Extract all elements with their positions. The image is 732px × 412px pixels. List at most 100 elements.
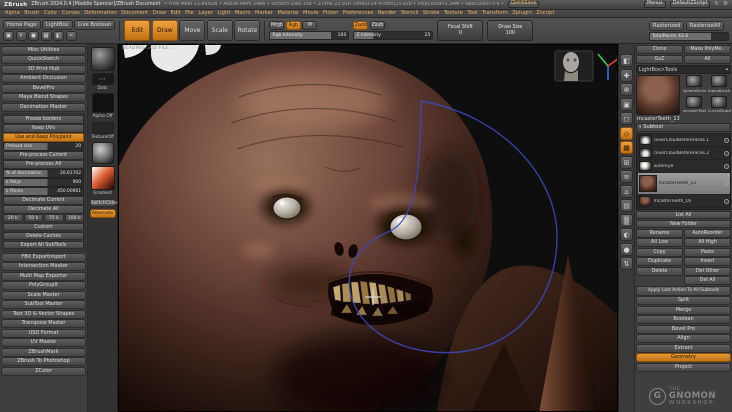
gear-icon[interactable]: ⚙ xyxy=(723,1,728,8)
zplugin-subpalette[interactable]: FBX ExportImport xyxy=(1,252,86,262)
tool-subpalette[interactable]: Boolean xyxy=(636,315,731,324)
menu-item[interactable]: Brush xyxy=(24,10,39,16)
mode-button[interactable]: Rotate xyxy=(234,20,261,41)
decimation-extra-button[interactable]: Export All SubTools xyxy=(3,240,84,249)
quicksave-button[interactable]: QuickSave xyxy=(507,0,540,9)
zplugin-subpalette[interactable]: BevelPro xyxy=(1,83,86,93)
menu-item[interactable]: Tool xyxy=(467,10,477,16)
refresh-icon[interactable]: ↻ xyxy=(714,1,719,8)
menu-item[interactable]: Color xyxy=(44,10,58,16)
decimation-slider[interactable]: k Polys 900 xyxy=(3,178,84,187)
recent-tool[interactable]: AlphaBrush xyxy=(707,75,731,95)
tool-subpalette[interactable]: Project xyxy=(636,362,731,372)
draw-size-slider[interactable]: Draw Size 100 xyxy=(487,20,534,41)
current-material-thumbnail[interactable] xyxy=(91,142,114,165)
menu-item[interactable]: Zplugin xyxy=(512,10,532,16)
subtool-action-button[interactable]: Rename xyxy=(636,228,683,238)
custom-preset-button[interactable]: Custom xyxy=(3,222,84,231)
zplugin-subpalette[interactable]: Decimation Master xyxy=(1,102,86,112)
mode-button[interactable]: Move xyxy=(179,20,206,41)
subtool-action-button[interactable]: Duplicate xyxy=(636,257,683,266)
tool-subpalette[interactable]: Merge xyxy=(636,305,731,315)
alternate-color-button[interactable]: Alternate xyxy=(89,209,116,218)
mode-button[interactable]: Draw xyxy=(151,20,178,41)
zplugin-subpalette[interactable]: Multi Map Exporter xyxy=(1,271,86,281)
preload-size-slider[interactable]: Preload size 20 xyxy=(3,142,84,151)
visibility-eye-icon[interactable] xyxy=(723,150,729,156)
ghost-icon[interactable]: ◐ xyxy=(620,228,633,241)
list-all-button[interactable]: List All xyxy=(636,210,731,219)
tool-subpalette[interactable]: Geometry xyxy=(636,353,731,362)
solo-icon[interactable]: ● xyxy=(620,242,633,256)
zplugin-subpalette[interactable]: 3D Print Hub xyxy=(1,64,86,74)
decimation-toggle[interactable]: Freeze borders xyxy=(3,115,84,124)
menu-item[interactable]: Macro xyxy=(235,10,251,16)
subtool-action-button[interactable]: Del Other xyxy=(684,266,731,276)
local-symmetry-icon[interactable]: ≡ xyxy=(620,170,633,183)
menu-item[interactable]: Draw xyxy=(153,10,167,16)
decimation-preset-button[interactable]: 20 k xyxy=(3,214,23,222)
zplugin-subpalette[interactable]: ZColor xyxy=(1,366,86,376)
lightbox-button[interactable]: LightBox xyxy=(42,20,73,30)
decimation-preset-button[interactable]: 50 k xyxy=(23,214,43,222)
zplugin-subpalette[interactable]: Text 3D & Vector Shapes xyxy=(1,309,86,319)
switch-color-button[interactable]: SwitchColor xyxy=(89,198,118,208)
default-zscript-button[interactable]: DefaultZScript xyxy=(669,0,711,9)
subtool-action-button[interactable]: Del All xyxy=(684,276,731,285)
paint-mode-button[interactable]: M xyxy=(302,21,318,30)
menu-item[interactable]: Curves xyxy=(62,10,80,16)
zplugin-subpalette[interactable]: ZBrush To Photoshop xyxy=(1,357,86,366)
local-transform-icon[interactable]: ⊞ xyxy=(620,155,633,169)
tool-subpalette[interactable]: Bevel Pro xyxy=(636,324,731,334)
light-icon[interactable]: ☀ xyxy=(15,31,27,41)
sculpt-mode-button[interactable]: Zsub xyxy=(369,21,385,30)
subtool-action-button[interactable]: All Low xyxy=(636,238,683,247)
lightbox-tools-bar[interactable]: LightBox>Tools ▴ xyxy=(636,65,731,74)
menu-item[interactable]: Material xyxy=(277,10,298,16)
subtool-action-button[interactable]: All High xyxy=(684,238,731,247)
recent-tool[interactable]: mcasterTeeth xyxy=(682,95,706,116)
zplugin-subpalette[interactable]: Intersection Masker xyxy=(1,262,86,271)
current-tool-thumbnail[interactable] xyxy=(636,75,680,115)
focal-shift-slider[interactable]: Focal Shift 0 xyxy=(437,20,484,41)
apply-last-action-button[interactable]: Apply Last Action To All Subtools xyxy=(636,285,731,296)
menu-item[interactable]: Zscript xyxy=(536,10,554,16)
subtool-action-button[interactable]: Paste xyxy=(684,247,731,257)
menu-item[interactable]: Marker xyxy=(255,10,273,16)
menu-item[interactable]: Stencil xyxy=(401,10,419,16)
decimate-button[interactable]: Decimate All xyxy=(3,205,84,214)
live-boolean-button[interactable]: Live Boolean xyxy=(74,20,116,30)
menu-item[interactable]: Movie xyxy=(303,10,318,16)
menus-button[interactable]: Menus xyxy=(644,0,666,9)
aa-half-icon[interactable]: ◻ xyxy=(620,112,633,125)
xpose-icon[interactable]: ⇅ xyxy=(620,257,633,270)
current-alpha-thumbnail[interactable] xyxy=(91,93,114,114)
camera-preview-thumbnail[interactable] xyxy=(554,50,594,82)
preprocess-button[interactable]: Pre-process Current xyxy=(3,151,84,160)
subtool-action-button[interactable]: Copy xyxy=(636,247,683,257)
zplugin-subpalette[interactable]: QuickSketch xyxy=(1,55,86,64)
menu-item[interactable]: File xyxy=(185,10,194,16)
tool-top-button[interactable]: Clone xyxy=(636,45,683,54)
persp-icon[interactable]: ◇ xyxy=(620,126,633,140)
color-picker[interactable] xyxy=(90,166,115,191)
rasterize-button[interactable]: Rasterized xyxy=(649,20,685,31)
subtool-item[interactable]: coverCloudBeforeFaces.1 xyxy=(637,134,730,147)
menu-item[interactable]: Preferences xyxy=(343,10,374,16)
subtool-item[interactable]: mcasterTeeth_13 xyxy=(637,173,730,195)
menu-item[interactable]: Texture xyxy=(444,10,463,16)
bpr-render-icon[interactable]: ◧ xyxy=(620,54,633,67)
menu-item[interactable]: Layer xyxy=(198,10,212,16)
tool-subpalette[interactable]: Align xyxy=(636,334,731,343)
subtool-action-button[interactable]: AutoReorder xyxy=(684,228,731,238)
menu-item[interactable]: Document xyxy=(121,10,148,16)
transparency-icon[interactable]: ▒ xyxy=(620,213,633,227)
paint-mode-button[interactable]: Rgb xyxy=(285,21,301,30)
decimation-slider[interactable]: k Points 450.00061 xyxy=(3,187,84,196)
menu-item[interactable]: Stroke xyxy=(423,10,440,16)
subtool-item[interactable]: coverCloudBeforeFaces.2 xyxy=(637,147,730,160)
visibility-eye-icon[interactable] xyxy=(723,181,729,186)
home-page-button[interactable]: Home Page xyxy=(3,20,41,30)
current-stroke-thumbnail[interactable]: ⋯ xyxy=(91,73,114,85)
scroll-canvas-icon[interactable]: ✚ xyxy=(620,68,633,82)
